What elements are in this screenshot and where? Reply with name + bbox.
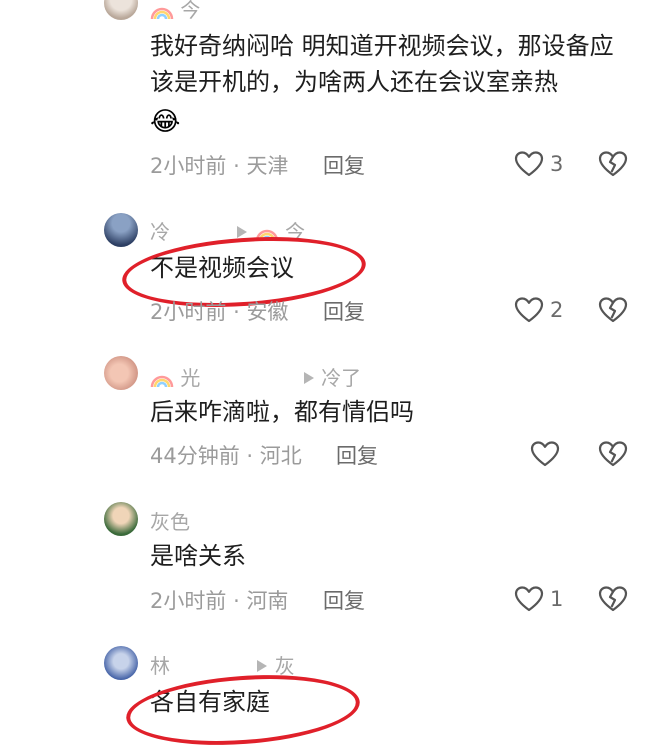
dislike-button[interactable] bbox=[598, 585, 628, 617]
dislike-button[interactable] bbox=[598, 440, 628, 472]
like-button[interactable]: 3 bbox=[514, 150, 563, 178]
avatar[interactable] bbox=[104, 356, 138, 390]
comment-text: 不是视频会议 bbox=[150, 254, 294, 282]
like-button[interactable]: 1 bbox=[514, 585, 563, 613]
reply-button[interactable]: 回复 bbox=[336, 440, 378, 470]
like-count: 3 bbox=[550, 152, 564, 176]
comment-text: 各自有家庭 bbox=[150, 688, 270, 716]
heart-outline-icon bbox=[514, 151, 544, 177]
broken-heart-icon bbox=[598, 297, 628, 323]
avatar[interactable] bbox=[104, 502, 138, 536]
commenter-name[interactable]: 冷 今 bbox=[150, 216, 305, 245]
comment-text: 后来咋滴啦，都有情侣吗 bbox=[150, 398, 414, 426]
like-count: 2 bbox=[550, 298, 564, 322]
dislike-button[interactable] bbox=[598, 150, 628, 182]
reply-button[interactable]: 回复 bbox=[323, 296, 365, 326]
like-button[interactable]: 2 bbox=[514, 296, 563, 324]
avatar[interactable] bbox=[104, 0, 138, 20]
heart-outline-icon bbox=[514, 586, 544, 612]
comment-meta: 2小时前 · 天津 bbox=[150, 154, 289, 178]
rainbow-icon bbox=[150, 7, 174, 19]
reply-button[interactable]: 回复 bbox=[323, 150, 365, 180]
reply-button[interactable]: 回复 bbox=[323, 585, 365, 615]
comment-text: 是啥关系 bbox=[150, 542, 246, 570]
broken-heart-icon bbox=[598, 586, 628, 612]
like-button[interactable] bbox=[530, 440, 566, 468]
play-triangle-icon bbox=[237, 226, 248, 238]
avatar[interactable] bbox=[104, 213, 138, 247]
rainbow-icon bbox=[255, 229, 278, 241]
like-count: 1 bbox=[550, 587, 564, 611]
laughing-emoji: 😂 bbox=[150, 107, 181, 137]
comment-text: 我好奇纳闷哈 明知道开视频会议，那设备应该是开机的，为啥两人还在会议室亲热 bbox=[150, 32, 614, 96]
play-triangle-icon bbox=[257, 660, 268, 672]
heart-outline-icon bbox=[530, 441, 560, 467]
commenter-name[interactable]: 今 bbox=[150, 0, 200, 23]
dislike-button[interactable] bbox=[598, 296, 628, 328]
play-triangle-icon bbox=[303, 372, 314, 384]
commenter-name[interactable]: 光 冷了 bbox=[150, 362, 361, 391]
heart-outline-icon bbox=[514, 297, 544, 323]
comment-meta: 2小时前 · 安徽 bbox=[150, 300, 289, 324]
broken-heart-icon bbox=[598, 441, 628, 467]
comment-meta: 44分钟前 · 河北 bbox=[150, 444, 302, 468]
avatar[interactable] bbox=[104, 646, 138, 680]
broken-heart-icon bbox=[598, 151, 628, 177]
commenter-name[interactable]: 林 灰 bbox=[150, 650, 295, 679]
commenter-name[interactable]: 灰色 bbox=[150, 506, 190, 535]
rainbow-icon bbox=[150, 375, 174, 387]
comment-meta: 2小时前 · 河南 bbox=[150, 589, 289, 613]
